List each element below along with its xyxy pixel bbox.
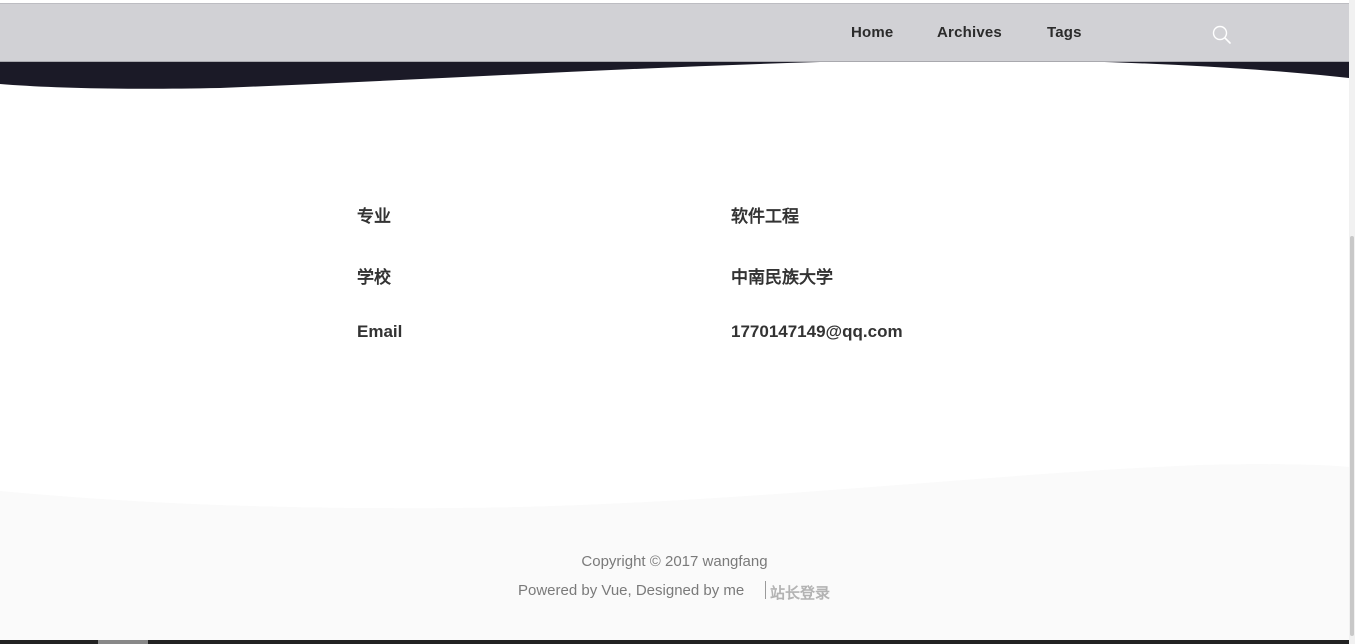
info-row-email: Email 1770147149@qq.com (357, 320, 1057, 346)
bottom-edge-segment (98, 640, 148, 644)
info-label-email: Email (357, 322, 403, 341)
nav-tags-link[interactable]: Tags (1047, 24, 1082, 41)
vertical-scrollbar[interactable] (1349, 0, 1355, 644)
nav-archives-link[interactable]: Archives (937, 24, 1002, 41)
powered-by-text: Powered by Vue, Designed by me (518, 582, 745, 599)
footer-wave-decoration (0, 464, 1349, 644)
top-navbar: Home Archives Tags (0, 3, 1349, 62)
scrollbar-thumb[interactable] (1350, 236, 1354, 636)
info-value-school: 中南民族大学 (731, 268, 833, 287)
copyright-text: Copyright © 2017 wangfang (581, 553, 768, 570)
page-footer: Copyright © 2017 wangfang Powered by Vue… (0, 455, 1349, 644)
search-icon[interactable] (1210, 23, 1234, 47)
admin-login-link[interactable]: 站长登录 (770, 582, 830, 603)
info-row-school: 学校 中南民族大学 (357, 261, 1057, 287)
info-label-school: 学校 (357, 268, 391, 287)
bottom-edge-bar (0, 640, 1349, 644)
info-label-major: 专业 (357, 207, 391, 226)
header-wave-decoration (0, 58, 1349, 89)
info-value-major: 软件工程 (731, 207, 799, 226)
nav-home-link[interactable]: Home (851, 24, 893, 41)
info-row-major: 专业 软件工程 (357, 200, 1057, 226)
footer-divider (765, 581, 766, 599)
info-value-email: 1770147149@qq.com (731, 322, 903, 341)
